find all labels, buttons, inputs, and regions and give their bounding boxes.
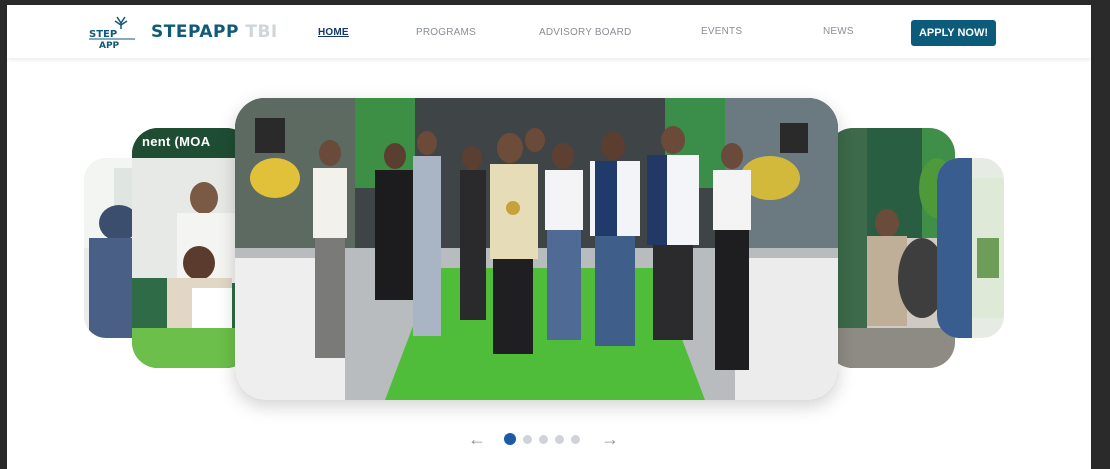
nav-events[interactable]: EVENTS (701, 26, 742, 37)
image-carousel: nent (MOA (7, 95, 1091, 405)
svg-text:STEP: STEP (89, 29, 117, 40)
carousel-dot[interactable] (504, 433, 516, 445)
carousel-slide-near-left[interactable]: nent (MOA (132, 128, 252, 368)
svg-text:APP: APP (99, 41, 120, 49)
brand-name-part2: TBI (238, 22, 278, 42)
page: STEP APP STEPAPP TBI HOME PROGRAMS ADVIS… (7, 5, 1091, 469)
carousel-dot[interactable] (571, 434, 580, 444)
nav-home[interactable]: HOME (318, 27, 349, 38)
arrow-left-icon[interactable]: ← (467, 430, 487, 448)
brand-name: STEPAPP TBI (151, 22, 278, 42)
carousel-controls: ← → (7, 430, 1091, 450)
arrow-right-icon[interactable]: → (600, 430, 620, 448)
stepapp-logo[interactable]: STEP APP (87, 13, 137, 51)
nav-news[interactable]: NEWS (823, 26, 854, 37)
apply-now-button[interactable]: APPLY NOW! (911, 20, 996, 46)
carousel-dot[interactable] (523, 434, 532, 444)
brand-name-part1: STEPAPP (151, 22, 239, 42)
navbar: STEP APP STEPAPP TBI HOME PROGRAMS ADVIS… (7, 5, 1091, 58)
carousel-dot[interactable] (539, 434, 548, 444)
nav-advisory-board[interactable]: ADVISORY BOARD (539, 27, 631, 38)
carousel-dots (504, 433, 587, 445)
slide-caption: nent (MOA (142, 134, 211, 149)
carousel-slide-far-right[interactable] (937, 158, 1004, 338)
nav-programs[interactable]: PROGRAMS (416, 27, 476, 38)
carousel-slide-active[interactable] (235, 98, 838, 400)
carousel-dot[interactable] (555, 434, 564, 444)
carousel-slide-near-right[interactable] (827, 128, 955, 368)
